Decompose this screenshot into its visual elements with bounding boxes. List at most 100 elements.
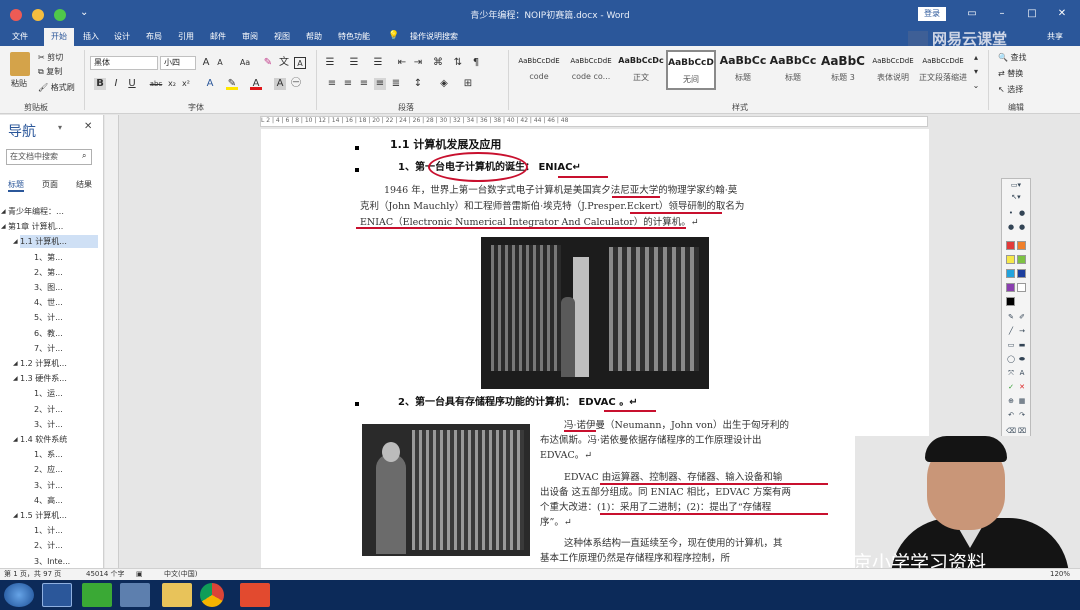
tell-me-search[interactable]: 操作说明搜索 — [402, 28, 466, 46]
clear-format-icon[interactable]: ✎ — [262, 57, 274, 69]
tab-features[interactable]: 特色功能 — [332, 28, 376, 46]
restore-icon[interactable]: ▭ — [962, 6, 982, 22]
color-swatch[interactable] — [1006, 255, 1015, 264]
tab-layout[interactable]: 布局 — [140, 28, 168, 46]
select-button[interactable]: ↖ 选择 — [998, 84, 1023, 95]
collapse-icon[interactable]: ◢ — [13, 509, 18, 522]
color-swatch[interactable] — [1017, 283, 1026, 292]
minimize-icon[interactable]: – — [992, 6, 1012, 22]
maximize-icon[interactable]: □ — [1022, 6, 1042, 22]
palette-header-icon[interactable]: ▭▾ — [1005, 181, 1027, 189]
shrink-font-icon[interactable]: A — [214, 57, 226, 69]
signin-button[interactable]: 登录 — [918, 7, 946, 21]
color-swatch[interactable] — [1006, 269, 1015, 278]
collapse-icon[interactable]: ◢ — [13, 235, 18, 248]
status-page[interactable]: 第 1 页，共 97 页 — [4, 569, 61, 580]
decrease-indent-icon[interactable]: ⇤ — [396, 57, 408, 69]
collapse-icon[interactable]: ◢ — [13, 433, 18, 446]
highlight-tool-icon[interactable]: ▦ — [1017, 397, 1027, 405]
strikethrough-icon[interactable]: abc — [148, 78, 164, 90]
nav-heading-item[interactable]: 1.3 硬件系... — [20, 372, 98, 385]
style-heading-1[interactable]: AaBbCc 标题 — [718, 50, 768, 90]
style-no-spacing[interactable]: AaBbCcD 无间 — [666, 50, 716, 90]
pen-tool-icon[interactable]: ✎ — [1006, 313, 1016, 321]
folder-icon[interactable] — [162, 583, 192, 607]
tab-insert[interactable]: 插入 — [78, 28, 104, 46]
nav-heading-item[interactable]: 青少年编程：… — [8, 205, 98, 218]
nav-heading-item[interactable]: 3、Inte... — [34, 555, 98, 568]
nav-tab-results[interactable]: 结果 — [76, 179, 92, 190]
subscript-icon[interactable]: x₂ — [166, 78, 178, 90]
collapse-icon[interactable]: ◢ — [13, 357, 18, 370]
paragraph-line[interactable]: 基本工作原理仍然是存储程序和程序控制，所 — [540, 551, 730, 566]
nav-heading-item[interactable]: 2、计... — [34, 539, 98, 552]
nav-heading-item[interactable]: 4、世... — [34, 296, 98, 309]
filled-ellipse-icon[interactable]: ⬬ — [1017, 355, 1027, 363]
word-icon[interactable] — [42, 583, 72, 607]
font-name-select[interactable]: 黑体 — [90, 56, 158, 70]
tab-mailings[interactable]: 邮件 — [204, 28, 232, 46]
clear-icon[interactable]: ⌧ — [1017, 427, 1027, 435]
tab-help[interactable]: 帮助 — [300, 28, 328, 46]
increase-indent-icon[interactable]: ⇥ — [412, 57, 424, 69]
color-swatch[interactable] — [1006, 241, 1015, 250]
align-center-icon[interactable]: ≡ — [342, 78, 354, 90]
multilevel-list-icon[interactable]: ☰ — [372, 57, 384, 69]
nav-heading-item[interactable]: 1、第... — [34, 251, 98, 264]
nav-heading-item[interactable]: 1.5 计算机... — [20, 509, 98, 522]
paragraph-line[interactable]: 出设备 这五部分组成。同 ENIAC 相比，EDVAC 方案有两 — [540, 485, 791, 500]
cut-button[interactable]: ✂ 剪切 — [38, 52, 63, 63]
subheading-edvac[interactable]: 2、第一台具有存储程序功能的计算机： EDVAC 。↵ — [398, 395, 638, 410]
nav-options-icon[interactable]: ▾ — [58, 123, 62, 132]
line-spacing-icon[interactable]: ↕ — [412, 78, 424, 90]
nav-heading-item[interactable]: 5、计... — [34, 311, 98, 324]
section-heading[interactable]: 1.1 计算机发展及应用 — [390, 137, 501, 152]
nav-heading-item[interactable]: 3、图... — [34, 281, 98, 294]
nav-heading-item[interactable]: 1、计... — [34, 524, 98, 537]
text-effects-icon[interactable]: A — [204, 78, 216, 90]
tab-references[interactable]: 引用 — [172, 28, 200, 46]
nav-heading-item[interactable]: 1.1 计算机... — [20, 235, 98, 249]
camtasia-icon[interactable] — [82, 583, 112, 607]
style-heading-2[interactable]: AaBbCc 标题 — [768, 50, 818, 90]
status-zoom[interactable]: 120% — [1050, 569, 1070, 580]
collapse-icon[interactable]: ◢ — [13, 372, 18, 385]
rect-tool-icon[interactable]: ▭ — [1006, 341, 1016, 349]
numbering-icon[interactable]: ☰ — [348, 57, 360, 69]
color-swatch[interactable] — [1017, 241, 1026, 250]
eniac-photo[interactable] — [481, 237, 709, 389]
nav-heading-item[interactable]: 1.2 计算机... — [20, 357, 98, 370]
superscript-icon[interactable]: x² — [180, 78, 192, 90]
sort-icon[interactable]: ⇅ — [452, 57, 464, 69]
mac-zoom-icon[interactable] — [54, 9, 66, 21]
find-button[interactable]: 🔍 查找 — [998, 52, 1027, 63]
paragraph-line[interactable]: 冯·诺伊曼（Neumann，John von）出生于匈牙利的 — [564, 418, 789, 433]
nav-heading-item[interactable]: 第1章 计算机... — [8, 220, 98, 233]
highlight-icon[interactable]: ✎ — [226, 78, 238, 90]
style-table-caption[interactable]: AaBbCcDdE 表体说明 — [868, 50, 918, 90]
pen-small-icon[interactable]: • — [1006, 209, 1016, 217]
status-words[interactable]: 45014 个字 — [86, 569, 125, 580]
nav-heading-item[interactable]: 2、应... — [34, 463, 98, 476]
font-size-select[interactable]: 小四 — [160, 56, 196, 70]
shading-icon[interactable]: ◈ — [438, 78, 450, 90]
tab-home[interactable]: 开始 — [44, 28, 74, 46]
grow-font-icon[interactable]: A — [200, 57, 212, 69]
pointer-tool-icon[interactable]: ↖▾ — [1005, 193, 1027, 201]
enclose-char-icon[interactable]: ㊀ — [290, 78, 302, 90]
color-swatch[interactable] — [1017, 269, 1026, 278]
chinese-layout-icon[interactable]: ⌘ — [432, 57, 444, 69]
justify-icon[interactable]: ≡ — [374, 78, 386, 90]
start-icon[interactable] — [4, 583, 34, 607]
copy-button[interactable]: ⧉ 复制 — [38, 66, 62, 77]
tab-file[interactable]: 文件 — [6, 28, 34, 46]
color-swatch[interactable] — [1017, 255, 1026, 264]
filled-rect-icon[interactable]: ▬ — [1017, 341, 1027, 349]
change-case-icon[interactable]: Aa — [236, 57, 254, 69]
zoom-tool-icon[interactable]: ⊕ — [1006, 397, 1016, 405]
tab-review[interactable]: 审阅 — [236, 28, 264, 46]
arrow-tool-icon[interactable]: → — [1017, 327, 1027, 335]
style-code[interactable]: AaBbCcDdE code — [514, 50, 564, 90]
von-neumann-photo[interactable] — [362, 424, 530, 556]
text-tool-icon[interactable]: A — [1017, 369, 1027, 377]
